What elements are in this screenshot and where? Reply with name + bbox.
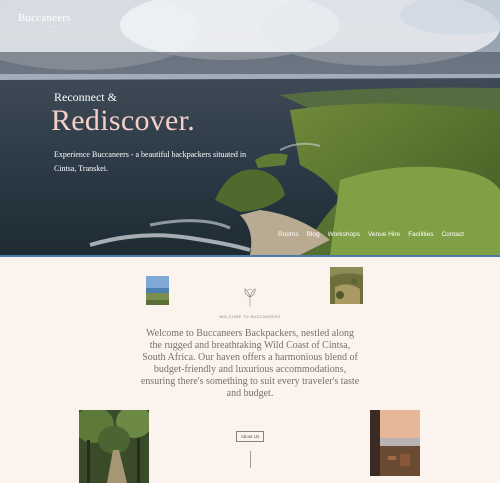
- nav-item-venue-hire[interactable]: Venue Hire: [368, 231, 400, 238]
- flower-icon: [244, 288, 256, 307]
- scroll-indicator-line: [250, 451, 251, 468]
- nav-item-workshops[interactable]: Workshops: [328, 231, 360, 238]
- sunset-deck-photo: [370, 410, 420, 476]
- welcome-text: Welcome to Buccaneers Backpackers, nestl…: [140, 328, 360, 399]
- nav-item-rooms[interactable]: Rooms: [278, 231, 299, 238]
- forest-path-photo: [79, 410, 149, 483]
- brand-logo-subtitle: BACKPACKERS: [35, 24, 71, 29]
- brand-logo[interactable]: Buccaneers: [18, 12, 71, 24]
- welcome-kicker: WELCOME TO BUCCANEERS: [219, 315, 281, 319]
- beach-photo: [146, 276, 169, 305]
- hero-eyebrow: Reconnect &: [54, 90, 117, 104]
- main-nav: Rooms Blog Workshops Venue Hire Faciliti…: [278, 231, 472, 238]
- about-us-button[interactable]: About Us: [236, 431, 264, 442]
- hero-description: Experience Buccaneers - a beautiful back…: [54, 150, 247, 173]
- nav-item-blog[interactable]: Blog: [307, 231, 320, 238]
- hillside-photo: [330, 267, 363, 304]
- hero-headline: Rediscover.: [51, 104, 196, 137]
- hero-banner: Buccaneers BACKPACKERS Reconnect & Redis…: [0, 0, 500, 255]
- hero-divider: [0, 255, 500, 257]
- nav-item-facilities[interactable]: Facilities: [408, 231, 433, 238]
- nav-item-contact[interactable]: Contact: [441, 231, 463, 238]
